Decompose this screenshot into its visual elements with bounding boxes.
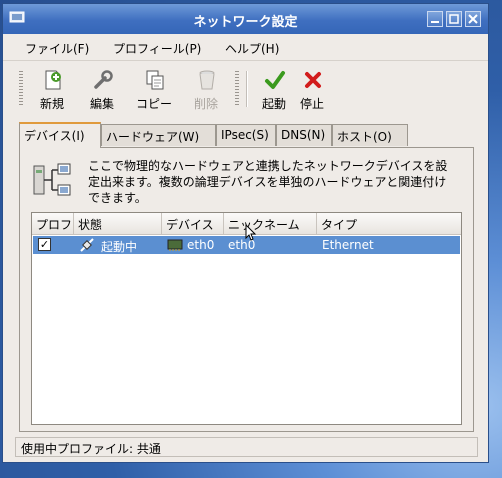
delete-label: 削除 [193, 97, 218, 111]
new-button[interactable]: 新規 [29, 67, 75, 113]
copy-label: コピー [135, 97, 172, 111]
menu-help[interactable]: ヘルプ(H) [225, 40, 279, 57]
stop-x-icon [305, 72, 321, 88]
delete-button[interactable]: 削除 [183, 67, 229, 113]
devices-panel: ここで物理的なハードウェアと連携したネットワークデバイスを設定出来ます。複数の論… [19, 147, 474, 432]
deactivate-label: 停止 [299, 97, 324, 111]
profile-checkbox[interactable]: ✓ [38, 238, 51, 251]
ethernet-card-icon [167, 239, 183, 251]
tab-dns[interactable]: DNS(N) [276, 124, 332, 146]
new-label: 新規 [39, 97, 64, 111]
title-bar[interactable]: ネットワーク設定 [3, 4, 488, 34]
devices-description: ここで物理的なハードウェアと連携したネットワークデバイスを設定出来ます。複数の論… [88, 159, 448, 205]
column-type[interactable]: タイプ [317, 213, 461, 235]
toolbar-grip[interactable] [19, 71, 23, 107]
tab-devices[interactable]: デバイス(I) [19, 122, 101, 148]
edit-button[interactable]: 編集 [79, 67, 125, 113]
close-window-button[interactable] [465, 11, 481, 27]
toolbar-grip-2[interactable] [235, 71, 239, 107]
network-devices-icon [33, 163, 71, 196]
plug-icon [80, 238, 94, 252]
status-bar: 使用中プロファイル: 共通 [15, 437, 478, 457]
maximize-button[interactable] [446, 11, 462, 27]
minimize-button[interactable] [427, 11, 443, 27]
tab-ipsec[interactable]: IPsec(S) [216, 124, 276, 146]
toolbar: 新規 編集 コピー 削除 起動 停止 [3, 61, 488, 119]
close-icon [468, 14, 478, 24]
device-list: プロフ 状態 デバイス ニックネーム タイプ ✓ 起動中 eth0 eth0 E… [31, 212, 462, 425]
mouse-cursor-icon [245, 224, 257, 241]
edit-label: 編集 [89, 97, 114, 111]
wrench-icon [94, 70, 113, 89]
check-icon [265, 71, 285, 89]
device-status: 起動中 [101, 240, 138, 254]
tab-hardware[interactable]: ハードウェア(W) [101, 124, 216, 146]
column-status[interactable]: 状態 [74, 213, 162, 235]
menu-file[interactable]: ファイル(F) [25, 40, 89, 57]
minimize-icon [431, 21, 439, 23]
column-device[interactable]: デバイス [162, 213, 224, 235]
new-document-icon [45, 70, 61, 90]
maximize-icon [449, 14, 459, 24]
deactivate-button[interactable]: 停止 [289, 67, 335, 113]
menu-profile[interactable]: プロフィール(P) [113, 40, 201, 57]
copy-button[interactable]: コピー [131, 67, 177, 113]
trash-icon [199, 70, 215, 90]
menu-bar: ファイル(F) プロフィール(P) ヘルプ(H) [3, 34, 488, 61]
column-profile[interactable]: プロフ [32, 213, 74, 235]
device-name: eth0 [187, 238, 215, 252]
tab-hosts[interactable]: ホスト(O) [332, 124, 408, 146]
copy-icon [146, 70, 164, 90]
device-type: Ethernet [322, 238, 374, 252]
window-title: ネットワーク設定 [193, 15, 298, 30]
column-nickname[interactable]: ニックネーム [224, 213, 317, 235]
